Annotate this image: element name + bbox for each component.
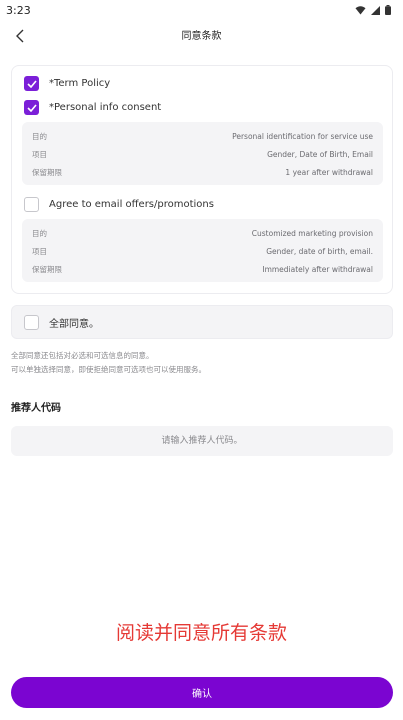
detail-key: 目的: [32, 228, 47, 238]
personal-info-label: *Personal info consent: [49, 102, 162, 113]
note-line-2: 可以单独选择同意，即使拒绝同意可选项也可以使用服务。: [11, 365, 206, 374]
instruction-text: 阅读并同意所有条款: [115, 622, 287, 644]
term-policy-checkbox[interactable]: [24, 76, 39, 91]
detail-key: 目的: [32, 131, 47, 141]
signal-icon: [371, 5, 380, 15]
detail-key: 项目: [32, 246, 47, 256]
detail-row: 项目 Gender, Date of Birth, Email: [32, 148, 373, 160]
status-time: 3:23: [6, 3, 31, 17]
detail-key: 项目: [32, 149, 47, 159]
detail-key: 保留期限: [32, 167, 62, 177]
email-offers-label: Agree to email offers/promotions: [49, 199, 214, 210]
personal-info-checkbox[interactable]: [24, 100, 39, 115]
agree-all-row[interactable]: 全部同意。: [11, 305, 393, 339]
term-policy-row[interactable]: *Term Policy: [24, 75, 110, 92]
detail-value: Gender, Date of Birth, Email: [267, 149, 373, 159]
detail-key: 保留期限: [32, 264, 62, 274]
detail-row: 目的 Customized marketing provision: [32, 227, 373, 239]
detail-row: 项目 Gender, date of birth, email.: [32, 245, 373, 257]
email-offers-row[interactable]: Agree to email offers/promotions: [24, 196, 214, 213]
detail-value: Customized marketing provision: [251, 228, 373, 238]
detail-value: Immediately after withdrawal: [262, 264, 373, 274]
referral-code-input[interactable]: [11, 426, 393, 456]
detail-value: Personal identification for service use: [232, 131, 373, 141]
detail-row: 保留期限 Immediately after withdrawal: [32, 263, 373, 275]
page-title: 同意条款: [181, 31, 222, 42]
agree-all-label: 全部同意。: [49, 318, 99, 330]
personal-info-row[interactable]: *Personal info consent: [24, 99, 161, 116]
status-icons: [355, 5, 391, 15]
email-offers-details: 目的 Customized marketing provision 项目 Gen…: [22, 219, 383, 282]
agree-all-checkbox[interactable]: [24, 314, 39, 330]
note-line-1: 全部同意还包括对必选和可选信息的同意。: [11, 351, 154, 360]
detail-row: 保留期限 1 year after withdrawal: [32, 166, 373, 178]
detail-value: 1 year after withdrawal: [285, 167, 373, 177]
wifi-icon: [355, 5, 366, 14]
detail-value: Gender, date of birth, email.: [266, 246, 373, 256]
consent-card: *Term Policy *Personal info consent 目的 P…: [11, 65, 393, 294]
check-icon: [26, 79, 37, 88]
app-bar: 同意条款: [0, 22, 403, 50]
personal-info-details: 目的 Personal identification for service u…: [22, 122, 383, 185]
term-policy-label: *Term Policy: [49, 78, 111, 89]
confirm-button[interactable]: 确认: [11, 677, 393, 708]
email-offers-checkbox[interactable]: [24, 197, 39, 212]
battery-icon: [385, 5, 391, 15]
check-icon: [26, 103, 37, 112]
status-bar: 3:23: [0, 0, 403, 20]
detail-row: 目的 Personal identification for service u…: [32, 130, 373, 142]
referral-title: 推荐人代码: [11, 403, 61, 414]
